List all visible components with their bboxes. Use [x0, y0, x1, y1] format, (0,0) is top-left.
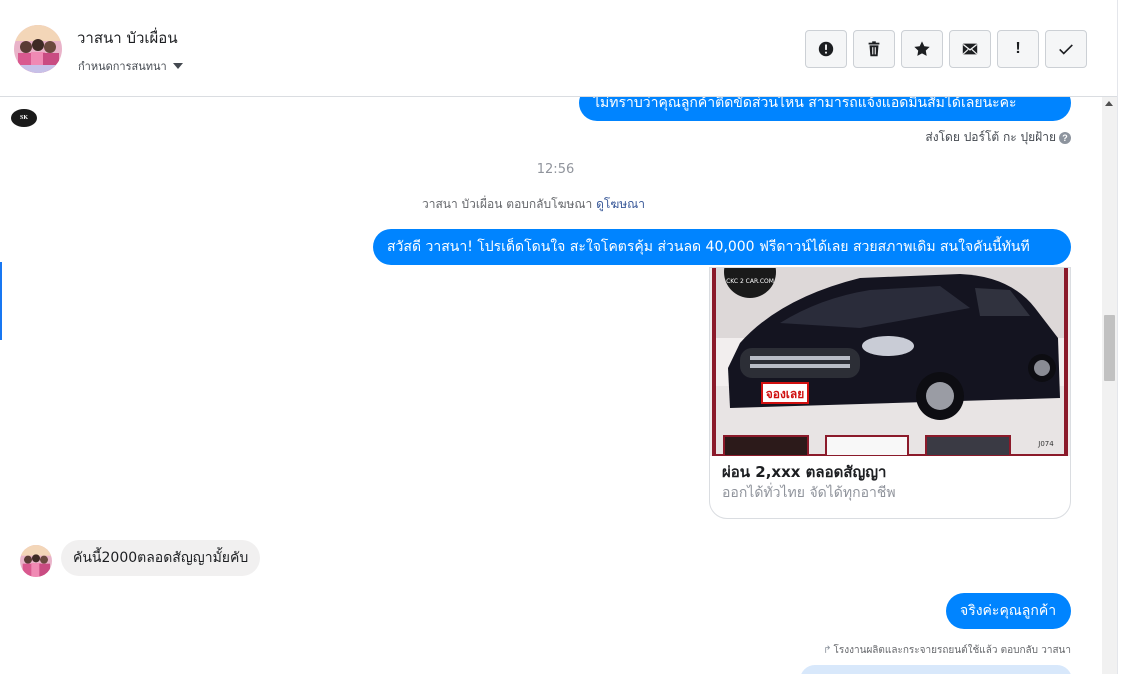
sent-by-text: ส่งโดย ปอร์โต้ กะ ปุยฝ้าย [925, 130, 1056, 144]
incoming-message-bubble[interactable]: คันนี้2000ตลอดสัญญามั้ยคับ [61, 540, 261, 576]
ad-card-title: ผ่อน 2,xxx ตลอดสัญญา [722, 463, 887, 481]
done-button[interactable] [1045, 30, 1087, 68]
delete-button[interactable] [853, 30, 895, 68]
contact-name[interactable]: วาสนา บัวเผื่อน [77, 26, 178, 50]
book-now-badge: จองเลย [766, 387, 805, 401]
messenger-conversation: วาสนา บัวเผื่อน กำหนดการสนทนา ! SK ไม่ทร… [0, 0, 1130, 674]
ad-reply-notice: วาสนา บัวเผื่อน ตอบกลับโฆษณา ดูโฆษณา [422, 195, 645, 214]
car-image: จองเลย CKC 2 CAR.COM J074 [710, 268, 1070, 456]
scroll-up-arrow-icon[interactable] [1105, 101, 1113, 106]
ad-card-subtitle: ออกได้ทั่วไทย จัดได้ทุกอาชีพ [722, 485, 896, 501]
important-button[interactable]: ! [997, 30, 1039, 68]
scrollbar-thumb[interactable] [1104, 315, 1115, 381]
outgoing-message-bubble[interactable]: ไม่ทราบว่าคุณลูกค้าติดขัดส่วนไหน สามารถแ… [579, 97, 1071, 121]
help-icon[interactable]: ? [1059, 131, 1071, 144]
mark-unread-button[interactable] [949, 30, 991, 68]
message-thread[interactable]: SK ไม่ทราบว่าคุณลูกค้าติดขัดส่วนไหน สามา… [0, 97, 1102, 674]
right-panel-edge [1117, 0, 1130, 674]
star-icon [914, 41, 930, 56]
ad-reply-text: วาสนา บัวเผื่อน ตอบกลับโฆษณา [422, 197, 593, 211]
exclamation-circle-icon [818, 41, 834, 57]
view-ad-link[interactable]: ดูโฆษณา [596, 197, 645, 211]
caret-down-icon [172, 63, 183, 69]
page-logo-text: SK [19, 115, 28, 121]
page-logo: SK [11, 109, 37, 127]
ad-card[interactable]: จองเลย CKC 2 CAR.COM J074 ผ่อน 2,xxx ตลอ… [709, 267, 1071, 519]
report-button[interactable] [805, 30, 847, 68]
set-conversation-dropdown[interactable]: กำหนดการสนทนา [78, 57, 183, 75]
conversation-actions: ! [805, 30, 1087, 68]
outgoing-message-bubble[interactable]: สวัสดี วาสนา! โปรเด็ดโดนใจ สะใจโคตรคุ้ม … [373, 229, 1071, 265]
set-conversation-label: กำหนดการสนทนา [78, 60, 167, 73]
plate-text: J074 [1037, 440, 1054, 448]
reply-quote-text: โรงงานผลิตและกระจายรถยนต์ใช้แล้ว ตอบกลับ… [833, 645, 1071, 656]
contact-avatar-small[interactable] [20, 545, 52, 577]
trash-icon [868, 41, 880, 57]
check-icon [1059, 44, 1073, 55]
sent-by-label: ส่งโดย ปอร์โต้ กะ ปุยฝ้าย ? [925, 128, 1071, 147]
contact-avatar[interactable] [14, 25, 62, 73]
selection-accent [0, 262, 2, 340]
envelope-icon [962, 43, 978, 55]
star-button[interactable] [901, 30, 943, 68]
dealer-logo-text: CKC 2 CAR.COM [726, 278, 774, 285]
message-timestamp: 12:56 [536, 162, 575, 177]
reply-arrow-icon: ↱ [823, 645, 832, 656]
quoted-message-bubble[interactable] [800, 665, 1072, 674]
reply-quote-label: ↱ โรงงานผลิตและกระจายรถยนต์ใช้แล้ว ตอบกล… [823, 643, 1071, 658]
thread-scrollbar[interactable] [1102, 97, 1117, 674]
conversation-header: วาสนา บัวเผื่อน กำหนดการสนทนา ! [0, 0, 1117, 97]
outgoing-message-bubble[interactable]: จริงค่ะคุณลูกค้า [946, 593, 1071, 629]
exclamation-icon: ! [1015, 40, 1021, 57]
